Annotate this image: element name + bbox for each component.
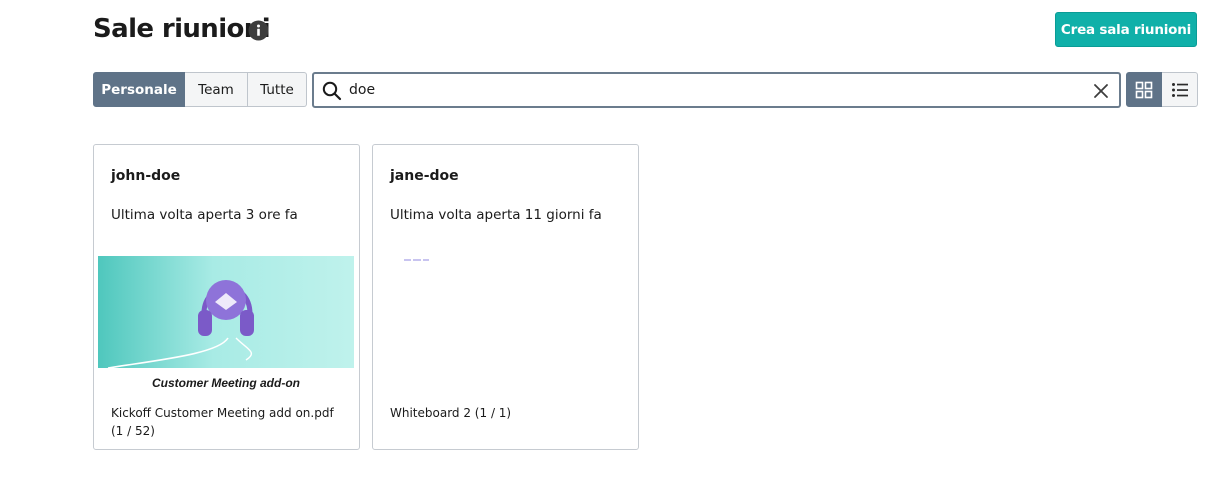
room-name: john-doe <box>111 168 181 184</box>
view-mode-toggle <box>1126 72 1198 107</box>
last-opened-text: Ultima volta aperta 11 giorni fa <box>390 207 602 223</box>
grid-view-button[interactable] <box>1126 72 1162 107</box>
create-room-button[interactable]: Crea sala riunioni <box>1055 12 1197 47</box>
room-name: jane-doe <box>390 168 459 184</box>
grid-icon <box>1135 81 1153 98</box>
list-view-button[interactable] <box>1162 72 1198 107</box>
last-opened-text: Ultima volta aperta 3 ore fa <box>111 207 298 223</box>
room-card[interactable]: jane-doe Ultima volta aperta 11 giorni f… <box>372 144 639 450</box>
info-icon[interactable] <box>248 20 269 41</box>
search-icon <box>322 81 342 101</box>
tab-all[interactable]: Tutte <box>248 72 307 107</box>
file-name: Kickoff Customer Meeting add on.pdf (1 /… <box>111 406 334 438</box>
tab-team[interactable]: Team <box>185 72 248 107</box>
whiteboard-thumbnail <box>404 259 429 261</box>
presentation-thumbnail: Customer Meeting add-on <box>98 256 354 396</box>
list-icon <box>1171 82 1188 97</box>
page-title: Sale riunioni <box>93 14 271 44</box>
file-name: Whiteboard 2 (1 / 1) <box>390 406 512 420</box>
tab-personal[interactable]: Personale <box>93 72 185 107</box>
search-value[interactable]: doe <box>349 82 375 98</box>
search-input[interactable]: doe <box>312 72 1121 108</box>
room-card[interactable]: john-doe Ultima volta aperta 3 ore fa Cu… <box>93 144 360 450</box>
clear-search-icon[interactable] <box>1092 82 1110 100</box>
thumbnail-caption: Customer Meeting add-on <box>152 376 300 390</box>
room-filter-tabs: Personale Team Tutte <box>93 72 307 107</box>
